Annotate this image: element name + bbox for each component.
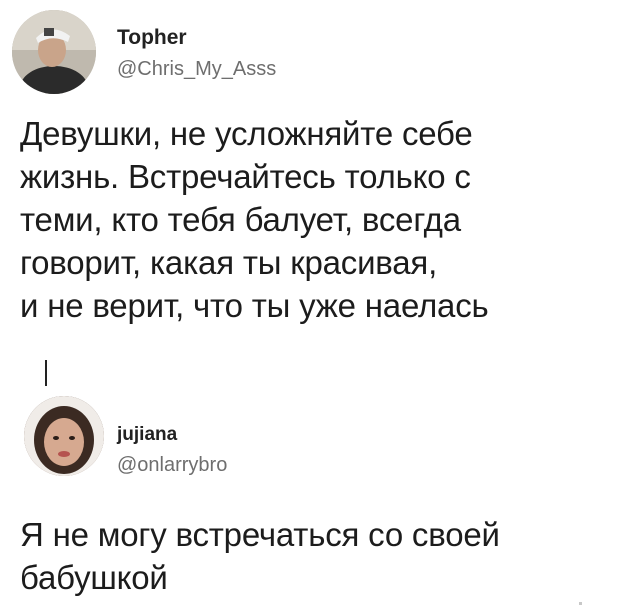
avatar[interactable] [12,10,96,94]
tweet-text: Я не могу встречаться со своей бабушкой [20,516,500,596]
watermark-dot [579,602,582,605]
author-name[interactable]: Topher [117,26,187,50]
tweet-text: Девушки, не усложняйте себе жизнь. Встре… [20,115,489,324]
author-handle[interactable]: @Chris_My_Asss [117,58,276,81]
author-handle[interactable]: @onlarrybro [117,454,227,477]
avatar[interactable] [24,396,104,476]
user-avatar-photo-icon [12,10,96,94]
thread-divider [45,360,47,386]
user-avatar-photo-icon [24,396,104,476]
author-name[interactable]: jujiana [117,424,177,446]
